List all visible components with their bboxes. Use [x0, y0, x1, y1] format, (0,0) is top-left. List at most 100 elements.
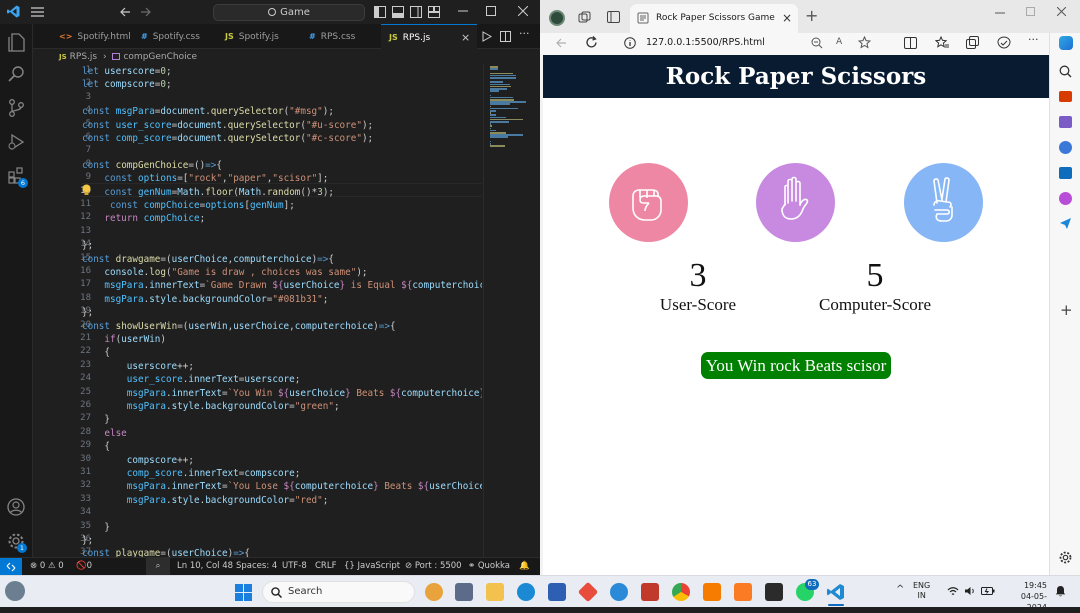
mcafee-app-icon[interactable] — [641, 583, 659, 601]
file-explorer-icon[interactable] — [486, 583, 504, 601]
designer-icon[interactable] — [1059, 192, 1072, 205]
store-app-icon[interactable] — [548, 583, 566, 601]
address-bar[interactable]: 127.0.0.1:5500/RPS.html A — [618, 33, 888, 53]
code-line[interactable]: if(userWin) — [82, 333, 166, 346]
tab-spotify-html[interactable]: <> Spotify.html — [51, 24, 133, 49]
code-line[interactable]: msgPara.style.backgroundColor="#081b31"; — [82, 293, 328, 306]
tools-icon[interactable] — [1059, 116, 1072, 128]
code-line[interactable]: else — [82, 427, 126, 440]
snipping-tool-icon[interactable] — [703, 583, 721, 601]
code-line[interactable]: compscore++; — [82, 454, 194, 467]
code-editor[interactable]: let userscore=0; let compscore=0; const ms… — [82, 64, 482, 557]
toggle-panel-icon[interactable] — [392, 6, 404, 18]
code-line[interactable]: const options=["rock","paper","scisor"]; — [82, 172, 328, 185]
remote-indicator[interactable] — [0, 558, 22, 576]
quokka-status[interactable]: ⚭ Quokka — [468, 558, 510, 575]
code-line[interactable]: const showUserWin=(userWin,userChoice,co… — [82, 320, 396, 333]
code-line[interactable]: const playgame=(userChoice)=>{ — [82, 547, 250, 557]
favorite-star-icon[interactable] — [858, 36, 871, 49]
code-line[interactable]: const comp_score=document.querySelector(… — [82, 132, 373, 145]
copilot-icon[interactable] — [1059, 36, 1073, 50]
code-line[interactable]: } — [82, 413, 110, 426]
minimize-icon[interactable] — [995, 12, 1005, 14]
tab-close-icon[interactable]: × — [461, 25, 470, 50]
accounts-icon[interactable] — [7, 498, 25, 516]
ports-indicator[interactable]: 🚫0 — [76, 558, 92, 575]
code-line[interactable]: msgPara.innerText=`You Win ${userChoice}… — [82, 387, 482, 400]
problems-indicator[interactable]: ⊗ 0 ⚠ 0 — [30, 558, 64, 575]
wifi-icon[interactable] — [947, 586, 959, 596]
refresh-icon[interactable] — [585, 36, 598, 49]
breadcrumb-symbol[interactable]: compGenChoice — [123, 52, 197, 62]
favorites-icon[interactable] — [935, 36, 949, 49]
site-info-icon[interactable] — [624, 37, 636, 49]
line-ending[interactable]: CRLF — [315, 558, 336, 575]
back-icon[interactable] — [555, 37, 567, 49]
code-line[interactable]: { — [82, 440, 110, 453]
workspaces-icon[interactable] — [578, 11, 591, 24]
cursor-position[interactable]: Ln 10, Col 48 — [177, 558, 233, 575]
forward-icon[interactable] — [140, 6, 152, 18]
code-line[interactable]: userscore++; — [82, 360, 194, 373]
system-clock[interactable]: 19:45 04-05-2024 — [1005, 580, 1047, 613]
code-line[interactable]: }; — [82, 534, 93, 547]
new-tab-icon[interactable]: + — [805, 6, 818, 25]
browser-essentials-icon[interactable] — [997, 36, 1011, 49]
tab-actions-icon[interactable] — [607, 11, 620, 23]
send-icon[interactable] — [1059, 217, 1072, 229]
code-line[interactable]: const compChoice=options[genNum]; — [82, 199, 295, 212]
tab-close-icon[interactable]: × — [782, 4, 792, 32]
code-line[interactable]: let compscore=0; — [82, 78, 172, 91]
code-line[interactable]: const drawgame=(userChoice,computerchoic… — [82, 253, 334, 266]
code-line[interactable]: }; — [82, 306, 93, 319]
code-line[interactable]: msgPara.innerText=`You Lose ${computerch… — [82, 480, 482, 493]
live-server-port[interactable]: ⊘ Port : 5500 — [405, 558, 462, 575]
code-line[interactable]: const user_score=document.querySelector(… — [82, 119, 373, 132]
code-line[interactable]: const compGenChoice=()=>{ — [82, 159, 222, 172]
code-line[interactable]: msgPara.style.backgroundColor="red"; — [82, 494, 329, 507]
run-file-icon[interactable] — [482, 31, 492, 42]
search-icon[interactable] — [8, 66, 25, 83]
code-line[interactable]: let userscore=0; — [82, 65, 172, 78]
indentation[interactable]: Spaces: 4 — [236, 558, 277, 575]
back-icon[interactable] — [119, 6, 131, 18]
breadcrumb-file[interactable]: RPS.js — [70, 52, 97, 62]
code-line[interactable]: } — [82, 521, 110, 534]
close-icon[interactable] — [1057, 7, 1066, 16]
task-view-icon[interactable] — [455, 583, 473, 601]
tab-spotify-css[interactable]: # Spotify.css — [133, 24, 217, 49]
show-hidden-icons-icon[interactable]: ^ — [896, 584, 904, 595]
split-screen-icon[interactable] — [904, 37, 917, 49]
taskbar-search[interactable]: Search — [262, 581, 415, 603]
toggle-secondary-sidebar-icon[interactable] — [410, 6, 422, 18]
code-line[interactable]: const msgPara=document.querySelector("#m… — [82, 105, 334, 118]
code-line[interactable]: msgPara.innerText=`Game Drawn ${userChoi… — [82, 279, 482, 292]
git-app-icon[interactable] — [577, 581, 599, 603]
battery-icon[interactable] — [981, 586, 995, 596]
code-line[interactable]: }; — [82, 239, 93, 252]
notifications-bell-icon[interactable]: 🔔 — [519, 558, 530, 575]
code-line[interactable]: console.log("Game is draw , choices was … — [82, 266, 367, 279]
toggle-sidebar-icon[interactable] — [374, 6, 386, 18]
minimap[interactable] — [483, 64, 533, 557]
explorer-icon[interactable] — [8, 33, 25, 52]
shopping-icon[interactable] — [1059, 91, 1072, 102]
run-debug-icon[interactable] — [8, 133, 25, 150]
weather-widget-icon[interactable] — [5, 581, 25, 601]
tab-rps-css[interactable]: # RPS.css — [301, 24, 381, 49]
customize-layout-icon[interactable] — [428, 6, 440, 18]
code-line[interactable]: const genNum=Math.floor(Math.random()*3)… — [82, 186, 334, 199]
add-sidebar-item-icon[interactable]: + — [1060, 301, 1073, 319]
code-line[interactable]: msgPara.style.backgroundColor="green"; — [82, 400, 340, 413]
input-language[interactable]: ENG IN — [913, 581, 930, 601]
source-control-icon[interactable] — [8, 99, 25, 117]
zoom-search-icon[interactable]: ⌕ — [146, 558, 170, 575]
code-line[interactable]: return compChoice; — [82, 212, 205, 225]
maximize-icon[interactable] — [486, 6, 496, 16]
notifications-bell-icon[interactable] — [1055, 585, 1066, 597]
menu-icon[interactable] — [31, 7, 44, 17]
terminal-app-icon[interactable] — [765, 583, 783, 601]
command-center-search[interactable]: Game — [213, 4, 365, 21]
copilot-app-icon[interactable] — [425, 583, 443, 601]
paper-choice[interactable] — [756, 163, 835, 242]
